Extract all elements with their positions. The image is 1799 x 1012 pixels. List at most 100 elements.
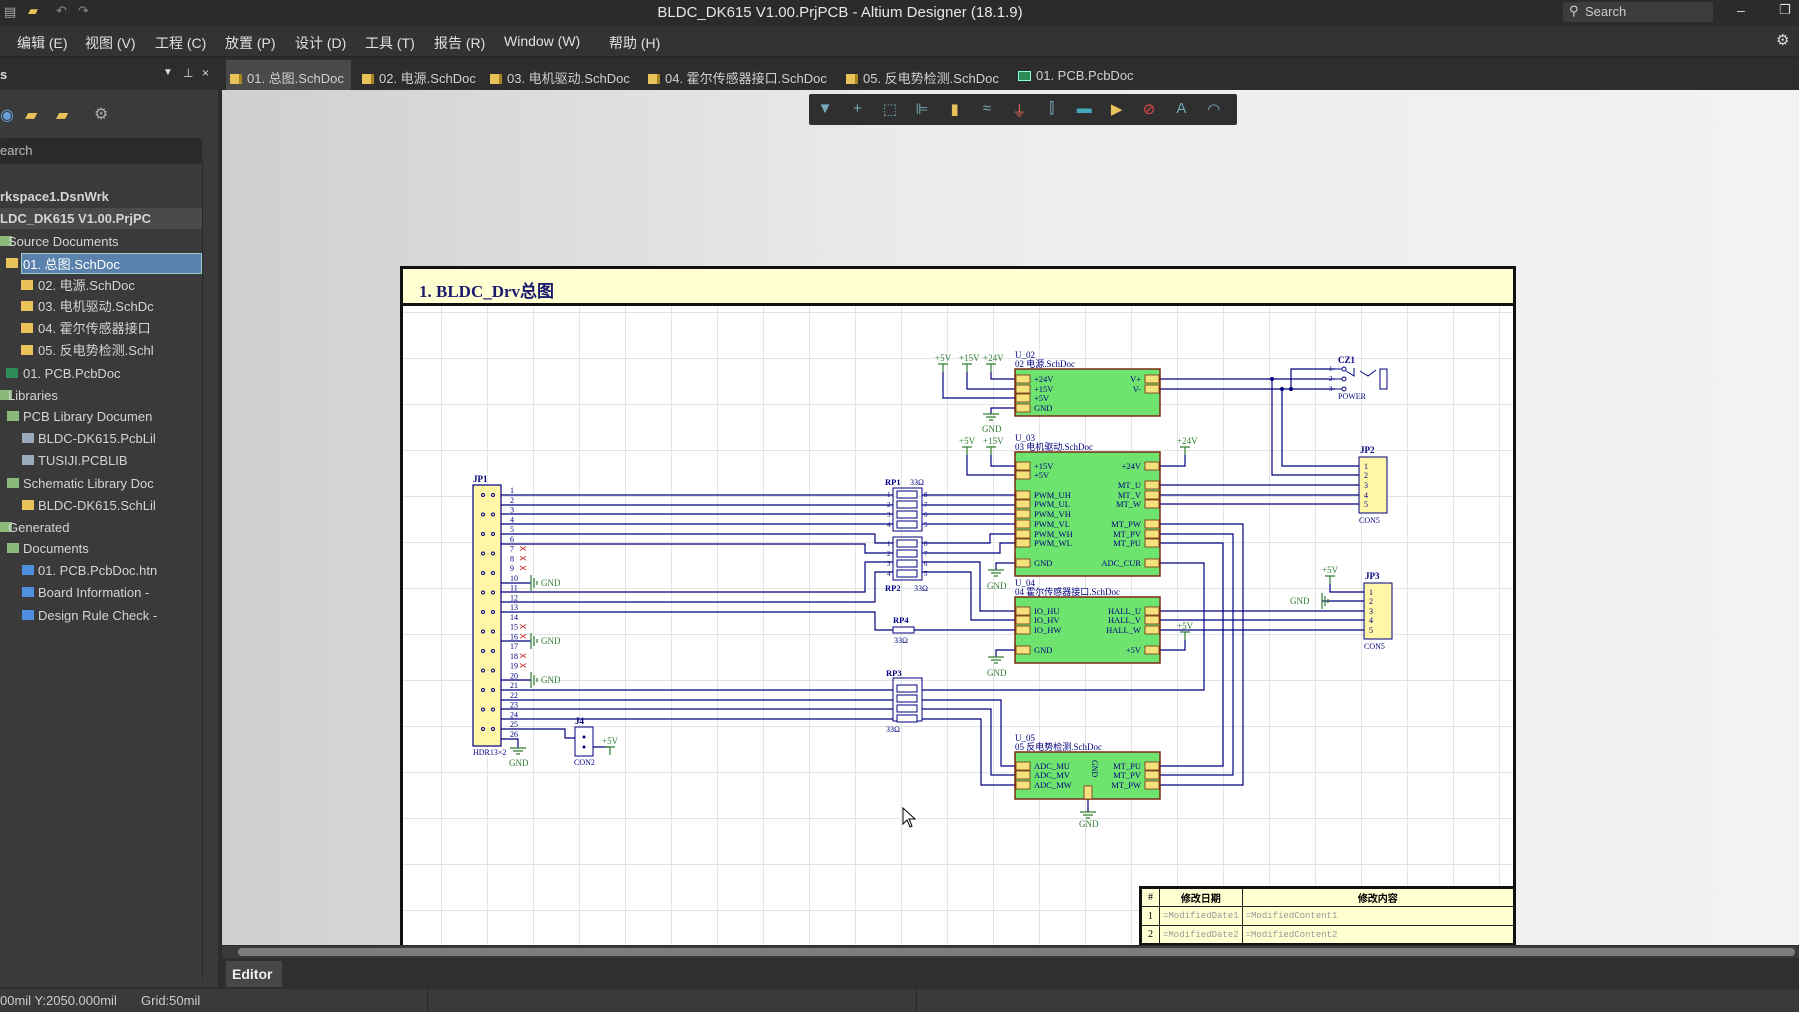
wire-icon[interactable]: ≈ bbox=[977, 100, 997, 117]
restore-button[interactable]: ❐ bbox=[1779, 2, 1791, 18]
tree-item[interactable]: Board Information - bbox=[38, 582, 149, 603]
folder-icon bbox=[7, 543, 19, 553]
scrollbar-thumb[interactable] bbox=[238, 948, 1795, 956]
menu-reports[interactable]: 报告 (R) bbox=[434, 33, 485, 53]
tab-03-motor-drive[interactable]: 03. 电机驱动.SchDoc bbox=[486, 60, 630, 90]
tree-item[interactable]: BLDC-DK615.SchLil bbox=[38, 495, 156, 516]
close-icon[interactable]: × bbox=[202, 66, 209, 80]
tree-item[interactable]: 02. 电源.SchDoc bbox=[38, 275, 135, 296]
html-report-icon bbox=[22, 565, 34, 575]
html-report-icon bbox=[22, 610, 34, 620]
schdoc-icon bbox=[21, 345, 33, 355]
tree-item[interactable]: 03. 电机驱动.SchDc bbox=[38, 296, 154, 317]
filter-icon[interactable]: ▼ bbox=[815, 100, 835, 117]
tab-pcb[interactable]: 01. PCB.PcbDoc bbox=[1014, 60, 1134, 90]
tab-05-bemf[interactable]: 05. 反电势检测.SchDoc bbox=[842, 60, 999, 90]
schlib-icon bbox=[22, 500, 34, 510]
part-icon[interactable]: ▮ bbox=[945, 100, 965, 118]
rev-num: 1 bbox=[1140, 906, 1160, 926]
projects-panel-header: s ▼ ⊥ × bbox=[0, 60, 218, 90]
editor-tab[interactable]: Editor bbox=[226, 961, 282, 987]
tab-04-hall-sensor[interactable]: 04. 霍尔传感器接口.SchDoc bbox=[644, 60, 827, 90]
tab-01-overview[interactable]: 01. 总图.SchDoc bbox=[226, 60, 351, 90]
menu-help[interactable]: 帮助 (H) bbox=[609, 33, 660, 53]
tree-item[interactable]: Schematic Library Doc bbox=[23, 473, 154, 494]
tree-item[interactable]: 01. PCB.PcbDoc bbox=[23, 363, 121, 384]
status-bar: 00mil Y:2050.000mil Grid:50mil bbox=[0, 989, 1799, 1012]
pcblib-icon bbox=[22, 455, 34, 465]
pin-icon[interactable]: ⊥ bbox=[183, 66, 193, 80]
sheet-title: 1. BLDC_Drv总图 bbox=[403, 269, 1513, 306]
menu-place[interactable]: 放置 (P) bbox=[225, 33, 276, 53]
no-erc-icon[interactable]: ⊘ bbox=[1139, 100, 1159, 118]
arc-icon[interactable]: ◠ bbox=[1204, 100, 1224, 118]
cross-icon[interactable]: + bbox=[847, 100, 867, 117]
title-bar: ▤ ▰ ↶ ↷ BLDC_DK615 V1.00.PrjPCB - Altium… bbox=[0, 0, 1799, 26]
tree-item[interactable]: Libraries bbox=[8, 385, 58, 406]
tree-item[interactable]: PCB Library Documen bbox=[23, 406, 152, 427]
horizontal-scrollbar[interactable] bbox=[222, 946, 1799, 958]
tab-02-power[interactable]: 02. 电源.SchDoc bbox=[358, 60, 476, 90]
tree-item[interactable]: Generated bbox=[8, 517, 69, 538]
sheet-grid bbox=[403, 306, 1513, 945]
schdoc-icon bbox=[21, 323, 33, 333]
tree-item[interactable]: rkspace1.DsnWrk bbox=[0, 186, 109, 207]
tree-item[interactable]: TUSIJI.PCBLIB bbox=[38, 450, 128, 471]
search-placeholder: Search bbox=[1585, 4, 1627, 19]
align-icon[interactable]: ⊫ bbox=[912, 100, 932, 118]
schematic-canvas[interactable]: ▼ + ⬚ ⊫ ▮ ≈ ⏚ ⫿ ▬ ▶ ⊘ A ◠ 1. BLDC_Drv总图 # 修改日期 修改内容 … bbox=[222, 90, 1799, 945]
select-rect-icon[interactable]: ⬚ bbox=[880, 100, 900, 118]
panel-menu-icon[interactable]: ▼ bbox=[163, 67, 173, 78]
menu-bar: 编辑 (E) 视图 (V) 工程 (C) 放置 (P) 设计 (D) 工具 (T… bbox=[0, 26, 1799, 57]
open-document-icon[interactable]: ▰ bbox=[25, 105, 37, 125]
menu-edit[interactable]: 编辑 (E) bbox=[17, 33, 68, 53]
schdoc-icon bbox=[846, 74, 858, 84]
status-divider bbox=[427, 989, 428, 1012]
search-placeholder: earch bbox=[0, 143, 33, 158]
schematic-sheet[interactable]: 1. BLDC_Drv总图 # 修改日期 修改内容 1 =ModifiedDat… bbox=[400, 266, 1516, 945]
revision-table: # 修改日期 修改内容 1 =ModifiedDate1 =ModifiedCo… bbox=[1139, 886, 1516, 945]
menu-project[interactable]: 工程 (C) bbox=[155, 33, 206, 53]
text-icon[interactable]: A bbox=[1171, 100, 1191, 117]
minimize-button[interactable]: – bbox=[1737, 2, 1745, 18]
editor-bar bbox=[222, 958, 1799, 989]
panel-title: s bbox=[0, 67, 8, 82]
tree-item[interactable]: Documents bbox=[23, 538, 89, 559]
tab-label: 03. 电机驱动.SchDoc bbox=[507, 71, 630, 86]
panel-scrollbar[interactable] bbox=[202, 160, 218, 980]
active-bar-toolbar: ▼ + ⬚ ⊫ ▮ ≈ ⏚ ⫿ ▬ ▶ ⊘ A ◠ bbox=[809, 94, 1237, 125]
sheet-symbol-icon[interactable]: ▬ bbox=[1074, 100, 1094, 117]
schdoc-icon bbox=[21, 301, 33, 311]
tab-label: 04. 霍尔传感器接口.SchDoc bbox=[665, 71, 827, 86]
rev-header-num: # bbox=[1140, 887, 1160, 907]
project-search-input[interactable]: earch bbox=[0, 138, 202, 164]
menu-design[interactable]: 设计 (D) bbox=[295, 33, 346, 53]
tree-item[interactable]: Source Documents bbox=[8, 231, 119, 252]
global-search-input[interactable]: ⚲ Search bbox=[1563, 2, 1713, 22]
projects-panel: ◉ ▰ ▰ ⚙ earch rkspace1.DsnWrk LDC_DK615 V… bbox=[0, 90, 218, 987]
settings-gear-icon[interactable]: ⚙ bbox=[1776, 31, 1789, 49]
tree-item[interactable]: 04. 霍尔传感器接口 bbox=[38, 318, 151, 339]
tree-item[interactable]: 01. 总图.SchDoc bbox=[21, 253, 202, 274]
ground-icon[interactable]: ⏚ bbox=[1009, 100, 1029, 121]
schdoc-icon bbox=[490, 74, 502, 84]
menu-window[interactable]: Window (W) bbox=[504, 33, 580, 49]
menu-tools[interactable]: 工具 (T) bbox=[365, 33, 415, 53]
port-icon[interactable]: ▶ bbox=[1107, 100, 1127, 118]
rev-date: =ModifiedDate1 bbox=[1159, 906, 1243, 926]
tree-item[interactable]: LDC_DK615 V1.00.PrjPC bbox=[0, 208, 151, 229]
html-report-icon bbox=[22, 587, 34, 597]
tree-item[interactable]: BLDC-DK615.PcbLil bbox=[38, 428, 156, 449]
menu-view[interactable]: 视图 (V) bbox=[85, 33, 136, 53]
bus-icon[interactable]: ⫿ bbox=[1042, 100, 1062, 117]
project-icon[interactable]: ◉ bbox=[0, 105, 14, 125]
pcbdoc-icon bbox=[1018, 71, 1031, 81]
grid-size: Grid:50mil bbox=[141, 993, 201, 1008]
folder-settings-icon[interactable]: ▰ bbox=[56, 105, 68, 125]
panel-settings-icon[interactable]: ⚙ bbox=[94, 104, 108, 124]
rev-content: =ModifiedContent1 bbox=[1241, 906, 1516, 926]
tab-label: 01. PCB.PcbDoc bbox=[1036, 68, 1134, 83]
tree-item[interactable]: 05. 反电势检测.Schl bbox=[38, 340, 154, 361]
tree-item[interactable]: Design Rule Check - bbox=[38, 605, 157, 626]
tree-item[interactable]: 01. PCB.PcbDoc.htn bbox=[38, 560, 157, 581]
